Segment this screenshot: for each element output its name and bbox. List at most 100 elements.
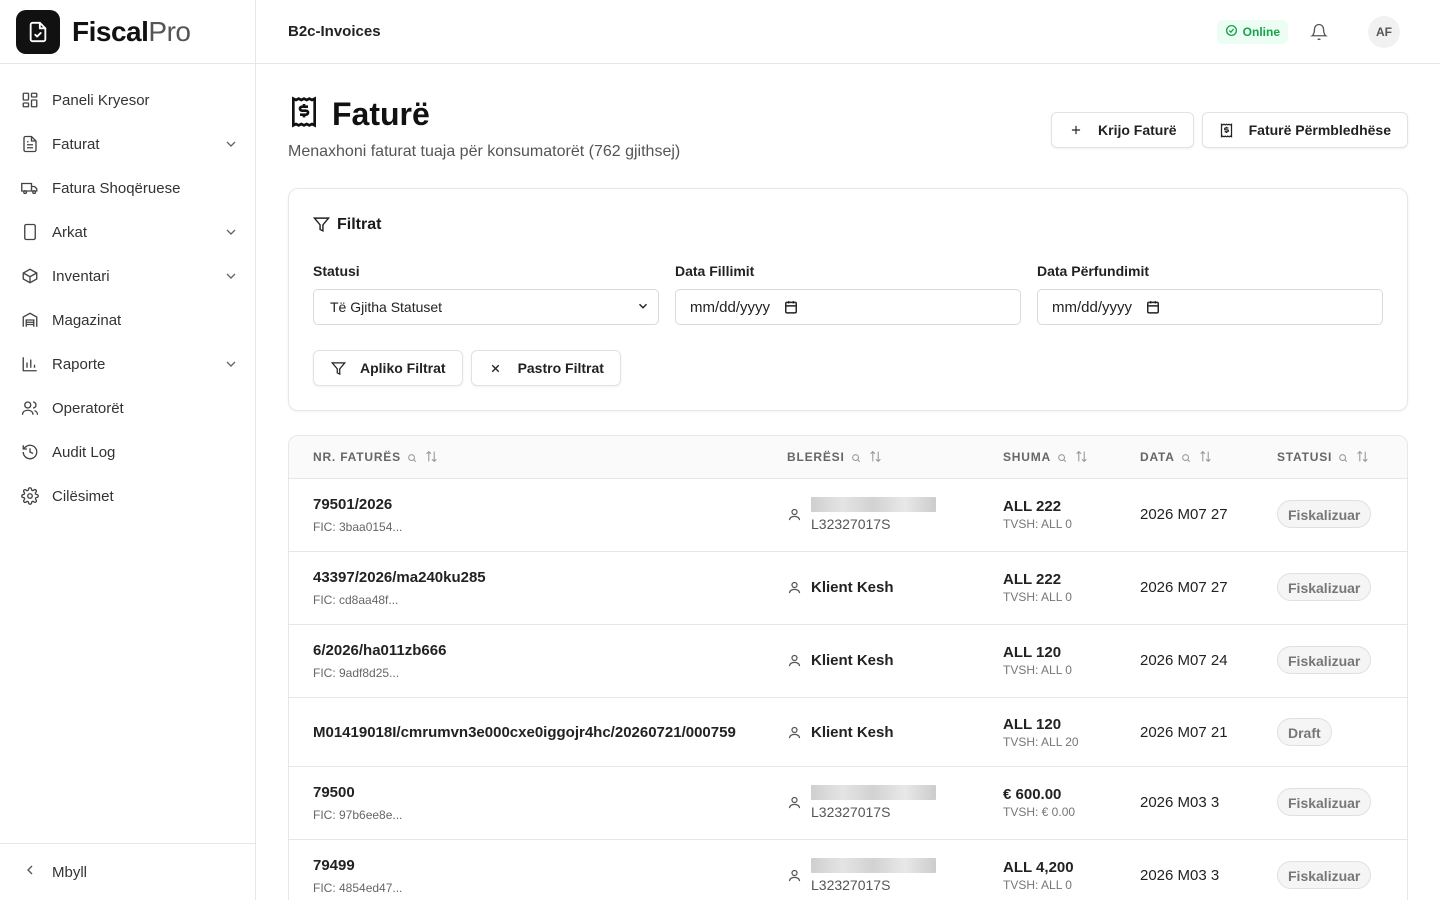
invoice-fic: FIC: 3baa0154...	[313, 520, 403, 534]
sidebar-item-magazinat[interactable]: Magazinat	[0, 298, 255, 342]
table-row[interactable]: 79500 FIC: 97b6ee8e... L32327017S € 600.…	[289, 767, 1407, 840]
filters-card: Filtrat Statusi Të Gjitha Statuset Data …	[288, 188, 1408, 411]
redacted-buyer-name	[811, 785, 936, 800]
status-filter-label: Statusi	[313, 263, 360, 279]
chevron-down-icon	[636, 299, 650, 316]
sidebar-item-label: Cilësimet	[52, 487, 114, 505]
brand[interactable]: FiscalPro	[0, 0, 255, 64]
sidebar-item-fatura-shoqeruese[interactable]: Fatura Shoqëruese	[0, 166, 255, 210]
vat: TVSH: ALL 0	[1003, 663, 1072, 677]
invoice-fic: FIC: 4854ed47...	[313, 881, 403, 895]
sidebar-item-faturat[interactable]: Faturat	[0, 122, 255, 166]
page-subtitle: Menaxhoni faturat tuaja për konsumatorët…	[288, 143, 681, 160]
sidebar: FiscalPro Paneli Kryesor Faturat Fatura …	[0, 0, 256, 900]
sort-icon[interactable]	[1199, 450, 1213, 464]
table-row[interactable]: 79499 FIC: 4854ed47... L32327017S ALL 4,…	[289, 840, 1407, 900]
status-cell: Fiskalizuar	[1277, 573, 1372, 601]
end-date-input[interactable]: mm/dd/yyyy	[1037, 289, 1383, 325]
vat: TVSH: € 0.00	[1003, 805, 1076, 819]
invoice-number[interactable]: 79500	[313, 784, 402, 801]
column-header-nr[interactable]: NR. FATURËS	[313, 450, 439, 464]
buyer-cell: Klient Kesh	[787, 652, 894, 669]
search-icon[interactable]	[1057, 452, 1067, 463]
check-circle-icon	[1225, 24, 1238, 40]
amount: € 600.00	[1003, 786, 1062, 803]
redacted-buyer-name	[811, 858, 936, 873]
bell-icon[interactable]	[1308, 21, 1330, 43]
vat: TVSH: ALL 0	[1003, 517, 1072, 531]
create-invoice-button[interactable]: Krijo Faturë	[1051, 112, 1194, 148]
start-date-input[interactable]: mm/dd/yyyy	[675, 289, 1021, 325]
apply-filters-label: Apliko Filtrat	[360, 360, 446, 376]
table-row[interactable]: 43397/2026/ma240ku285 FIC: cd8aa48f... K…	[289, 552, 1407, 625]
sidebar-item-cilesimet[interactable]: Cilësimet	[0, 474, 255, 518]
user-icon	[787, 795, 803, 811]
column-header-amount[interactable]: SHUMA	[1003, 450, 1089, 464]
history-icon	[20, 442, 40, 462]
invoice-number[interactable]: M01419018I/cmrumvn3e000cxe0iggojr4hc/202…	[313, 724, 736, 741]
plus-icon	[1068, 122, 1084, 138]
column-header-status[interactable]: STATUSI	[1277, 450, 1370, 464]
search-icon[interactable]	[407, 452, 417, 463]
dashboard-icon	[20, 90, 40, 110]
user-icon	[787, 653, 803, 669]
bar-chart-icon	[20, 354, 40, 374]
invoice-fic: FIC: 97b6ee8e...	[313, 808, 403, 822]
apply-filters-button[interactable]: Apliko Filtrat	[313, 350, 463, 386]
column-header-date[interactable]: DATA	[1140, 450, 1213, 464]
sort-icon[interactable]	[869, 450, 883, 464]
sidebar-item-inventari[interactable]: Inventari	[0, 254, 255, 298]
sidebar-item-audit-log[interactable]: Audit Log	[0, 430, 255, 474]
avatar[interactable]: AF	[1368, 15, 1400, 48]
table-row[interactable]: 6/2026/ha011zb666 FIC: 9adf8d25... Klien…	[289, 625, 1407, 698]
page-title: Faturë	[332, 96, 430, 132]
amount-cell: € 600.00 TVSH: € 0.00	[1003, 786, 1075, 819]
buyer-name: Klient Kesh	[811, 652, 894, 669]
search-icon[interactable]	[1338, 452, 1348, 463]
chevron-left-icon	[22, 862, 38, 883]
calendar-icon[interactable]	[784, 300, 798, 314]
search-icon[interactable]	[1181, 452, 1191, 463]
receipt-icon	[1219, 122, 1235, 138]
calendar-icon[interactable]	[1146, 300, 1160, 314]
status-badge: Online	[1216, 19, 1288, 44]
sort-icon[interactable]	[1356, 450, 1370, 464]
gear-icon	[20, 486, 40, 506]
status-select[interactable]: Të Gjitha Statuset	[313, 289, 659, 325]
invoice-number[interactable]: 43397/2026/ma240ku285	[313, 569, 486, 586]
buyer-cell: L32327017S	[787, 497, 936, 532]
amount: ALL 222	[1003, 571, 1062, 588]
sidebar-collapse-button[interactable]: Mbyll	[0, 843, 255, 900]
column-header-buyer[interactable]: BLERËSI	[787, 450, 883, 464]
buyer-name: Klient Kesh	[811, 579, 894, 596]
column-header-label: BLERËSI	[787, 450, 845, 464]
invoice-number[interactable]: 79501/2026	[313, 496, 402, 513]
redacted-buyer-name	[811, 497, 936, 512]
filter-icon	[312, 216, 331, 234]
invoice-number[interactable]: 79499	[313, 857, 402, 874]
sidebar-nav: Paneli Kryesor Faturat Fatura Shoqëruese…	[0, 64, 255, 518]
truck-icon	[20, 178, 40, 198]
sidebar-item-paneli-kryesor[interactable]: Paneli Kryesor	[0, 78, 255, 122]
clear-filters-button[interactable]: Pastro Filtrat	[470, 350, 621, 386]
invoice-number[interactable]: 6/2026/ha011zb666	[313, 642, 446, 659]
table-row[interactable]: 79501/2026 FIC: 3baa0154... L32327017S A…	[289, 479, 1407, 552]
table-row[interactable]: M01419018I/cmrumvn3e000cxe0iggojr4hc/202…	[289, 698, 1407, 767]
sidebar-item-label: Raporte	[52, 355, 106, 373]
invoice-number-cell: M01419018I/cmrumvn3e000cxe0iggojr4hc/202…	[313, 724, 736, 741]
sidebar-item-label: Operatorët	[52, 399, 124, 417]
search-icon[interactable]	[851, 452, 861, 463]
vat: TVSH: ALL 20	[1003, 735, 1079, 749]
status-select-value: Të Gjitha Statuset	[330, 299, 443, 315]
invoice-fic: FIC: 9adf8d25...	[313, 666, 400, 680]
summary-invoice-button[interactable]: Faturë Përmbledhëse	[1201, 112, 1408, 148]
tablet-icon	[20, 222, 40, 242]
buyer-cell: L32327017S	[787, 785, 936, 820]
sort-icon[interactable]	[425, 450, 439, 464]
vat: TVSH: ALL 0	[1003, 878, 1072, 892]
sidebar-item-raporte[interactable]: Raporte	[0, 342, 255, 386]
sort-icon[interactable]	[1075, 450, 1089, 464]
sidebar-item-operatoret[interactable]: Operatorët	[0, 386, 255, 430]
status-cell: Fiskalizuar	[1277, 788, 1372, 816]
sidebar-item-arkat[interactable]: Arkat	[0, 210, 255, 254]
